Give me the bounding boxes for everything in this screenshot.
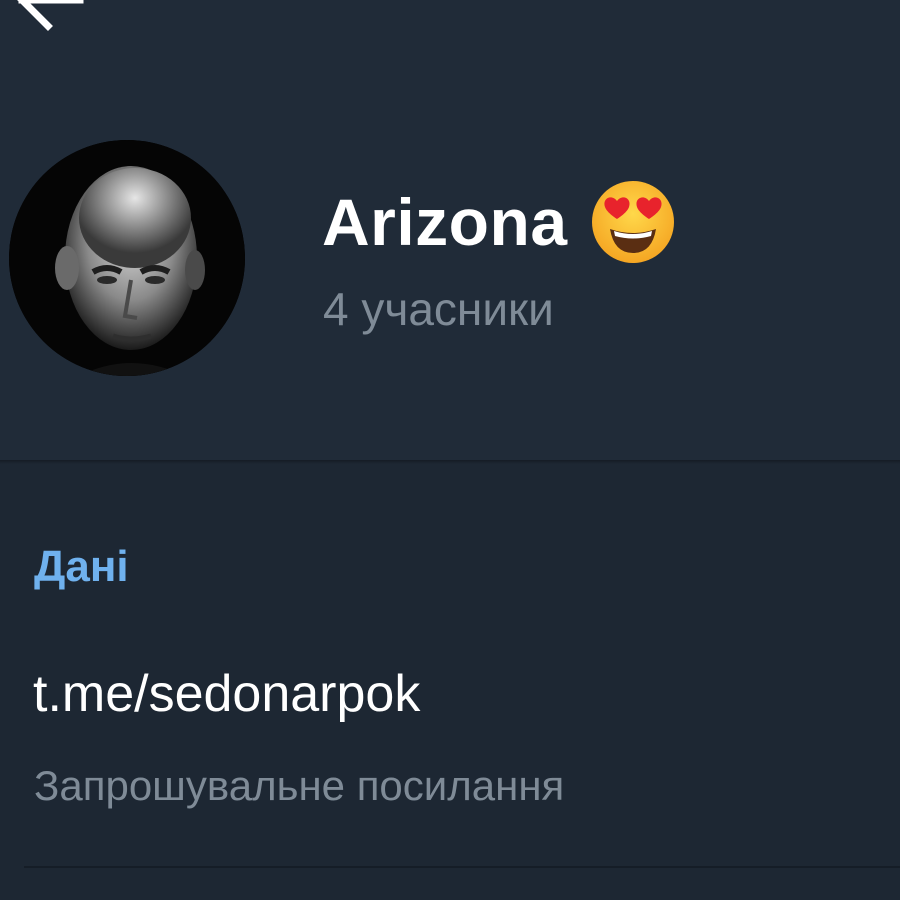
member-count: 4 учасники: [323, 283, 554, 335]
chat-info-screen: Arizona 4 учасники Дані t.me/sedonarpok …: [0, 0, 900, 900]
title-row: Arizona: [322, 181, 676, 263]
chat-title: Arizona: [322, 185, 568, 259]
arrow-left-icon: [17, 0, 84, 31]
header-divider: [0, 460, 900, 464]
divider: [24, 866, 900, 868]
invite-link[interactable]: t.me/sedonarpok: [33, 664, 420, 724]
avatar[interactable]: [9, 140, 245, 376]
back-button[interactable]: [10, 0, 90, 40]
smiling-face-with-heart-eyes-icon: [591, 181, 674, 263]
group-avatar-photo: [9, 140, 245, 376]
section-title: Дані: [34, 542, 129, 591]
profile-header: Arizona 4 учасники: [0, 0, 900, 460]
invite-link-caption: Запрошувальне посилання: [34, 762, 565, 809]
